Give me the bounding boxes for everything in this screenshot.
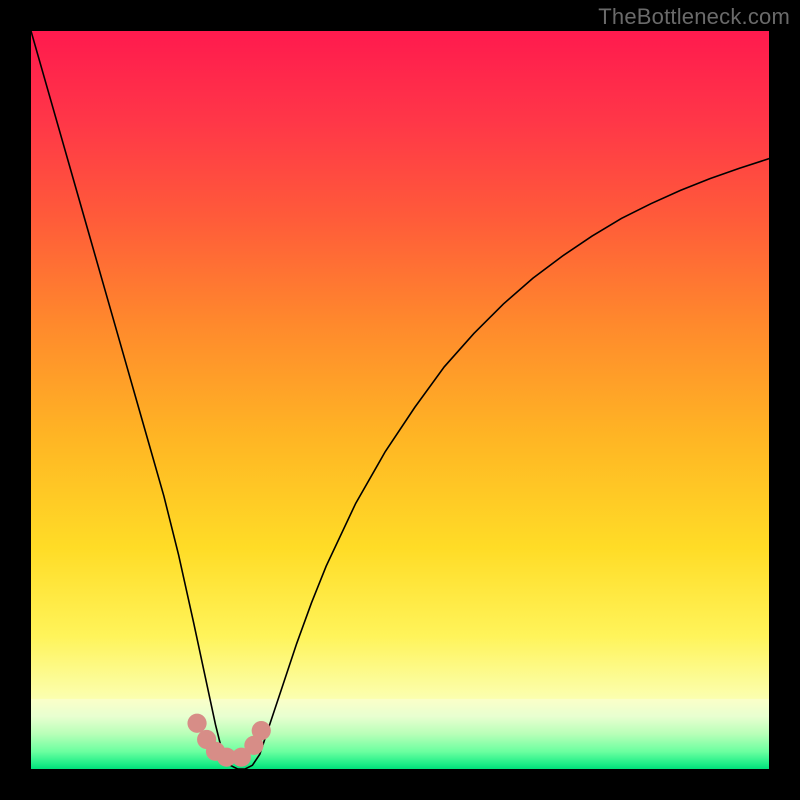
highlight-dot [187,714,206,733]
highlight-dot [252,721,271,740]
chart-frame: TheBottleneck.com [0,0,800,800]
bottleneck-curve [31,31,769,769]
watermark-text: TheBottleneck.com [598,4,790,30]
plot-area [31,31,769,769]
